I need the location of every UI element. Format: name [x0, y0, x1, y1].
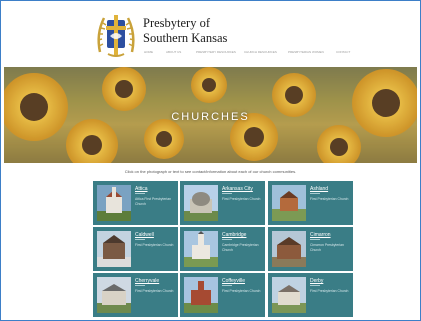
- nav-item-church-resources[interactable]: Church Resources: [244, 50, 277, 55]
- church-tile-ashland[interactable]: Ashland First Presbyterian Church: [268, 181, 353, 225]
- nav-item-home[interactable]: Home: [144, 50, 153, 55]
- church-photo[interactable]: [272, 277, 306, 313]
- nav-item-about[interactable]: About Us: [166, 50, 181, 55]
- church-desc: First Presbyterian Church: [222, 289, 261, 293]
- divider: [135, 239, 145, 240]
- church-tile-arkansas-city[interactable]: Arkansas City First Presbyterian Church: [180, 181, 265, 225]
- divider: [135, 193, 145, 194]
- hero-title: CHURCHES: [171, 111, 250, 123]
- church-name[interactable]: Attica: [135, 186, 148, 192]
- church-tile-cimarron[interactable]: Cimarron Cimarron Presbyterian Church: [268, 227, 353, 271]
- nav-item-presbytery-resources[interactable]: Presbytery Resources: [196, 50, 236, 55]
- church-name[interactable]: Caldwell: [135, 232, 154, 238]
- site-title-line1: Presbytery of: [143, 16, 210, 30]
- church-name[interactable]: Ashland: [310, 186, 328, 192]
- nav-item-contact[interactable]: Contact: [336, 50, 350, 55]
- divider: [310, 285, 320, 286]
- church-name[interactable]: Derby: [310, 278, 323, 284]
- presbytery-logo[interactable]: [94, 12, 138, 60]
- church-photo[interactable]: [184, 185, 218, 221]
- church-tile-coffeyville[interactable]: Coffeyville First Presbyterian Church: [180, 273, 265, 317]
- church-grid: Attica Attica First Presbyterian Church …: [93, 181, 353, 318]
- page: Presbytery of Southern Kansas Home About…: [4, 4, 417, 318]
- intro-text: Click on the photograph or text to see c…: [124, 169, 297, 174]
- hero-banner: CHURCHES: [4, 67, 417, 163]
- church-desc: First Presbyterian Church: [310, 197, 349, 201]
- church-photo[interactable]: [184, 231, 218, 267]
- church-desc: First Presbyterian Church: [135, 243, 174, 247]
- church-name[interactable]: Coffeyville: [222, 278, 245, 284]
- church-name[interactable]: Cimarron: [310, 232, 331, 238]
- church-tile-cambridge[interactable]: Cambridge Cambridge Presbyterian Church: [180, 227, 265, 271]
- church-desc: First Presbyterian Church: [135, 289, 174, 293]
- church-photo[interactable]: [97, 277, 131, 313]
- site-title-line2: Southern Kansas: [143, 31, 228, 45]
- divider: [310, 193, 320, 194]
- nav-item-presbyterian-women[interactable]: Presbyterian Women: [288, 50, 324, 55]
- church-name[interactable]: Cambridge: [222, 232, 246, 238]
- site-title[interactable]: Presbytery of Southern Kansas: [143, 16, 263, 46]
- browser-frame: Presbytery of Southern Kansas Home About…: [0, 0, 421, 321]
- divider: [222, 285, 232, 286]
- church-tile-attica[interactable]: Attica Attica First Presbyterian Church: [93, 181, 178, 225]
- church-photo[interactable]: [272, 185, 306, 221]
- main-nav: Home About Us Presbytery Resources Churc…: [140, 50, 390, 56]
- church-photo[interactable]: [97, 185, 131, 221]
- church-desc: Attica First Presbyterian Church: [135, 197, 171, 206]
- church-photo[interactable]: [97, 231, 131, 267]
- church-desc: First Presbyterian Church: [310, 289, 349, 293]
- divider: [222, 239, 232, 240]
- church-desc: First Presbyterian Church: [222, 197, 261, 201]
- church-tile-caldwell[interactable]: Caldwell First Presbyterian Church: [93, 227, 178, 271]
- church-tile-derby[interactable]: Derby First Presbyterian Church: [268, 273, 353, 317]
- church-photo[interactable]: [272, 231, 306, 267]
- divider: [310, 239, 320, 240]
- church-name[interactable]: Arkansas City: [222, 186, 253, 192]
- divider: [222, 193, 232, 194]
- church-tile-cherryvale[interactable]: Cherryvale First Presbyterian Church: [93, 273, 178, 317]
- church-photo[interactable]: [184, 277, 218, 313]
- church-desc: Cambridge Presbyterian Church: [222, 243, 259, 252]
- church-desc: Cimarron Presbyterian Church: [310, 243, 344, 252]
- church-name[interactable]: Cherryvale: [135, 278, 159, 284]
- divider: [135, 285, 145, 286]
